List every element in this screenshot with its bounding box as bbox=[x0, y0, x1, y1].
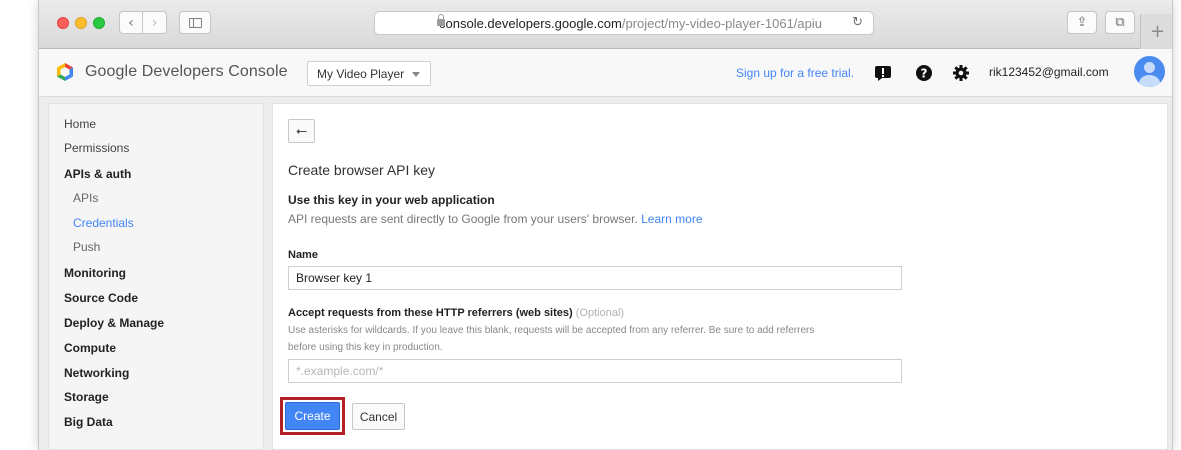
referrers-help-line-2: before using this key in production. bbox=[288, 342, 443, 353]
main-panel: ⭠ Create browser API key Use this key in… bbox=[272, 103, 1168, 450]
svg-text:?: ? bbox=[921, 67, 928, 81]
avatar[interactable] bbox=[1134, 56, 1165, 87]
address-bar[interactable]: console.developers.google.com/project/my… bbox=[374, 11, 874, 35]
show-tabs-button[interactable]: ⧉ bbox=[1105, 11, 1135, 34]
help-icon[interactable]: ? bbox=[915, 64, 933, 82]
referrers-input[interactable] bbox=[288, 359, 902, 383]
plus-icon: + bbox=[1149, 21, 1166, 42]
referrers-help-line-1: Use asterisks for wildcards. If you leav… bbox=[288, 325, 815, 336]
close-window-button[interactable] bbox=[57, 17, 69, 29]
browser-window: ‹ › console.developers.google.com/projec… bbox=[38, 0, 1173, 450]
browser-forward-button[interactable]: › bbox=[143, 11, 167, 34]
referrers-label-text: Accept requests from these HTTP referrer… bbox=[288, 307, 573, 319]
sidebar-item-monitoring[interactable]: Monitoring bbox=[64, 266, 126, 280]
free-trial-link[interactable]: Sign up for a free trial. bbox=[736, 66, 854, 80]
settings-gear-icon[interactable] bbox=[952, 64, 970, 82]
sidebar-item-push[interactable]: Push bbox=[73, 240, 100, 254]
sidebar-icon bbox=[188, 17, 202, 28]
learn-more-link[interactable]: Learn more bbox=[641, 212, 702, 226]
sidebar-item-deploy-manage[interactable]: Deploy & Manage bbox=[64, 316, 164, 330]
chevron-down-icon bbox=[412, 72, 420, 77]
create-button-highlight: Create bbox=[280, 397, 345, 435]
tabs-icon: ⧉ bbox=[1115, 15, 1125, 30]
chevron-left-icon: ‹ bbox=[128, 14, 134, 31]
sidebar-item-apis[interactable]: APIs bbox=[73, 191, 98, 205]
section-description: API requests are sent directly to Google… bbox=[288, 212, 703, 226]
console-brand-title[interactable]: Google Developers Console bbox=[85, 63, 288, 81]
url-path: /project/my-video-player-1061/apiu bbox=[621, 15, 822, 31]
sidebar-item-apis-auth[interactable]: APIs & auth bbox=[64, 167, 131, 181]
sidebar-item-storage[interactable]: Storage bbox=[64, 390, 109, 404]
new-tab-button[interactable]: + bbox=[1140, 14, 1172, 49]
sidebar-item-home[interactable]: Home bbox=[64, 117, 96, 131]
back-button[interactable]: ⭠ bbox=[288, 119, 315, 143]
referrers-field-label: Accept requests from these HTTP referrer… bbox=[288, 307, 624, 319]
project-selector-label: My Video Player bbox=[317, 67, 405, 81]
sidebar-item-source-code[interactable]: Source Code bbox=[64, 291, 138, 305]
browser-back-button[interactable]: ‹ bbox=[119, 11, 143, 34]
browser-toolbar: ‹ › console.developers.google.com/projec… bbox=[39, 0, 1172, 49]
description-text: API requests are sent directly to Google… bbox=[288, 212, 638, 226]
left-navigation: Home Permissions APIs & auth APIs Creden… bbox=[48, 103, 264, 450]
developers-console-logo-icon bbox=[57, 63, 73, 81]
arrow-left-icon: ⭠ bbox=[295, 123, 308, 139]
sidebar-item-compute[interactable]: Compute bbox=[64, 341, 116, 355]
chevron-right-icon: › bbox=[151, 14, 158, 31]
create-button[interactable]: Create bbox=[285, 402, 340, 430]
lock-icon bbox=[437, 14, 445, 26]
zoom-window-button[interactable] bbox=[93, 17, 105, 29]
account-email[interactable]: rik123452@gmail.com bbox=[989, 65, 1109, 79]
feedback-icon[interactable] bbox=[874, 64, 892, 82]
console-header: Google Developers Console My Video Playe… bbox=[39, 49, 1172, 97]
share-button[interactable]: ⇪ bbox=[1067, 11, 1097, 34]
sidebar-item-permissions[interactable]: Permissions bbox=[64, 141, 129, 155]
cancel-button[interactable]: Cancel bbox=[352, 403, 405, 430]
reload-icon[interactable]: ↻ bbox=[852, 15, 863, 30]
name-field-label: Name bbox=[288, 249, 318, 261]
sidebar-toggle-button[interactable] bbox=[179, 11, 211, 34]
section-subheading: Use this key in your web application bbox=[288, 193, 495, 207]
referrers-help-text: Use asterisks for wildcards. If you leav… bbox=[288, 322, 908, 356]
sidebar-item-big-data[interactable]: Big Data bbox=[64, 415, 113, 429]
name-input[interactable] bbox=[288, 266, 902, 290]
url-domain: console.developers.google.com bbox=[439, 15, 622, 31]
share-icon: ⇪ bbox=[1076, 15, 1088, 30]
project-selector[interactable]: My Video Player bbox=[307, 61, 431, 86]
sidebar-item-credentials[interactable]: Credentials bbox=[73, 216, 134, 230]
page-title: Create browser API key bbox=[288, 162, 436, 178]
minimize-window-button[interactable] bbox=[75, 17, 87, 29]
url-text: console.developers.google.com/project/my… bbox=[401, 16, 822, 31]
optional-tag: (Optional) bbox=[575, 307, 625, 319]
sidebar-item-networking[interactable]: Networking bbox=[64, 366, 129, 380]
